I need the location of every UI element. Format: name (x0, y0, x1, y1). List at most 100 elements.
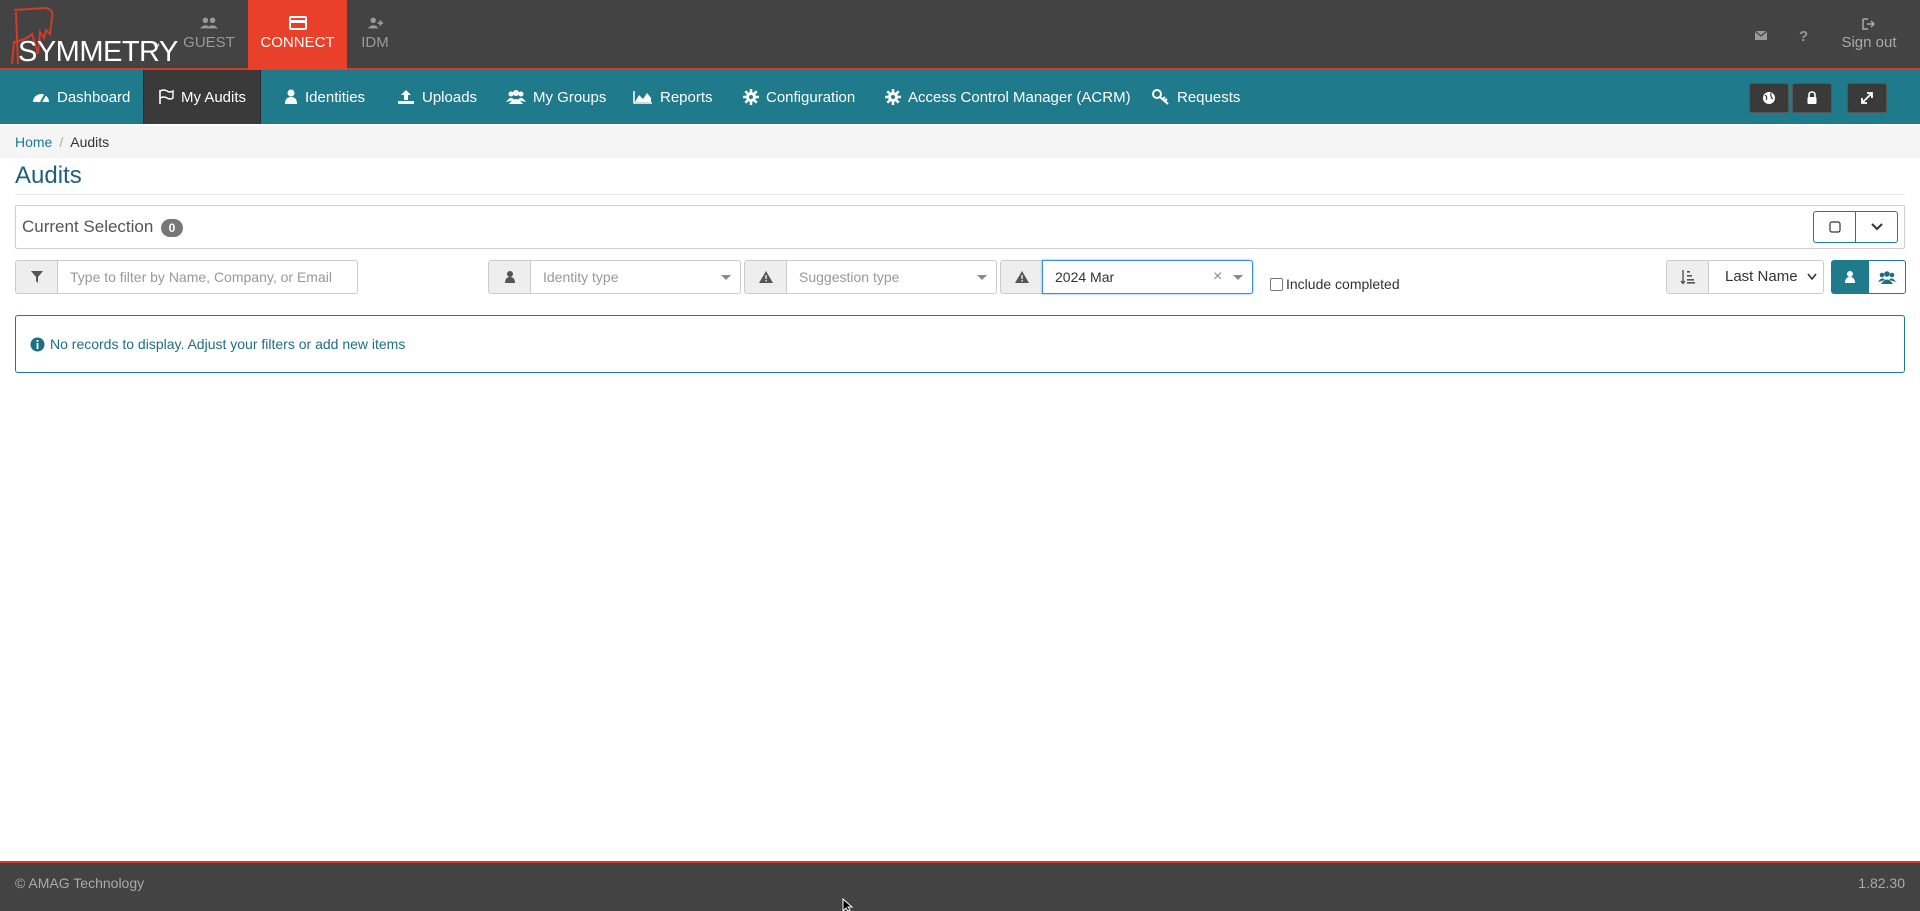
page-title: Audits (15, 162, 82, 189)
search-input[interactable]: Type to filter by Name, Company, or Emai… (57, 260, 358, 294)
lock-icon (1807, 91, 1817, 104)
copyright-text: © AMAG Technology (15, 875, 145, 891)
nav-my-audits[interactable]: My Audits (143, 70, 262, 124)
audit-period-select[interactable]: 2024 Mar × (1042, 260, 1253, 294)
user-icon (285, 89, 297, 104)
key-icon (1152, 89, 1169, 105)
nav-label: Access Control Manager (ACRM) (908, 88, 1131, 106)
square-icon (1828, 221, 1841, 233)
top-bar: SYMMETRY ™ GUEST CONNECT IDM ? Sign out (0, 0, 1920, 70)
nav-uploads[interactable]: Uploads (383, 70, 491, 124)
view-groups-button[interactable] (1868, 260, 1906, 294)
gear-icon (885, 89, 901, 105)
breadcrumb: Home / Audits (0, 126, 1920, 158)
lock-button[interactable] (1792, 83, 1832, 113)
title-divider (15, 194, 1905, 195)
suggestion-type-placeholder: Suggestion type (799, 269, 900, 285)
include-completed-label: Include completed (1286, 276, 1400, 292)
sort-amount-icon (1679, 270, 1695, 285)
users-icon (200, 17, 218, 29)
include-completed-checkbox[interactable] (1270, 277, 1283, 291)
breadcrumb-current: Audits (70, 134, 110, 150)
period-addon (1000, 260, 1043, 294)
clear-icon[interactable]: × (1213, 268, 1222, 286)
chevron-down-icon (1870, 223, 1883, 231)
select-all-button[interactable] (1813, 211, 1856, 243)
chevron-down-icon (1807, 273, 1817, 281)
version-text: 1.82.30 (1858, 875, 1905, 891)
warning-icon (758, 271, 773, 283)
breadcrumb-separator: / (59, 134, 64, 150)
nav-dashboard[interactable]: Dashboard (18, 70, 144, 124)
nav-label: Reports (660, 88, 713, 106)
selection-dropdown-button[interactable] (1855, 211, 1898, 243)
sort-by-value: Last Name (1725, 268, 1798, 285)
logo-trademark: ™ (152, 42, 160, 51)
nav-label: Uploads (422, 88, 478, 106)
card-icon (288, 16, 307, 30)
sign-out-icon (1862, 18, 1876, 30)
nav-acrm[interactable]: Access Control Manager (ACRM) (871, 70, 1145, 124)
sort-addon (1666, 260, 1709, 294)
search-placeholder: Type to filter by Name, Company, or Emai… (70, 269, 332, 285)
nav-label: Requests (1177, 88, 1241, 106)
app-tab-idm[interactable]: IDM (350, 0, 400, 70)
app-tab-label: GUEST (183, 34, 235, 51)
logo-text: SYMMETRY (18, 36, 178, 68)
nav-label: Identities (305, 88, 366, 106)
gear-icon (743, 89, 759, 105)
nav-reports[interactable]: Reports (619, 70, 727, 124)
sign-out-button[interactable]: Sign out (1832, 0, 1906, 68)
footer: © AMAG Technology 1.82.30 (0, 861, 1920, 911)
svg-text:?: ? (1799, 28, 1808, 44)
language-button[interactable] (1749, 83, 1789, 113)
nav-configuration[interactable]: Configuration (729, 70, 869, 124)
upload-icon (398, 90, 414, 104)
mouse-cursor-icon (842, 898, 854, 911)
info-icon (30, 337, 45, 351)
app-tab-connect[interactable]: CONNECT (248, 0, 347, 70)
no-records-alert: No records to display. Adjust your filte… (15, 315, 1905, 373)
suggestion-type-select[interactable]: Suggestion type (786, 260, 997, 294)
fullscreen-button[interactable] (1847, 83, 1887, 113)
question-icon[interactable]: ? (1794, 26, 1812, 44)
chevron-down-icon (977, 275, 987, 280)
filter-icon (30, 271, 43, 283)
nav-my-groups[interactable]: My Groups (492, 70, 620, 124)
audit-period-value: 2024 Mar (1055, 269, 1115, 285)
app-tab-guest[interactable]: GUEST (172, 0, 246, 70)
users-icon (1878, 270, 1896, 284)
current-selection-panel: Current Selection 0 (15, 205, 1905, 249)
identity-type-placeholder: Identity type (543, 269, 619, 285)
user-icon (1845, 271, 1855, 283)
current-selection-label: Current Selection (22, 217, 154, 236)
identity-type-select[interactable]: Identity type (530, 260, 741, 294)
nav-label: My Audits (181, 88, 247, 106)
envelope-icon[interactable] (1752, 26, 1770, 44)
nav-label: Configuration (766, 88, 856, 106)
users-icon (506, 90, 526, 104)
alert-message: No records to display. Adjust your filte… (50, 336, 406, 352)
area-chart-icon (633, 91, 652, 104)
identity-type-addon (488, 260, 531, 294)
user-icon (504, 271, 515, 283)
view-identities-button[interactable] (1831, 260, 1869, 294)
user-plus-icon (367, 17, 384, 29)
filter-addon (15, 260, 58, 294)
breadcrumb-home-link[interactable]: Home (15, 134, 52, 150)
warning-icon (1014, 271, 1029, 283)
app-tab-label: CONNECT (260, 34, 335, 51)
nav-identities[interactable]: Identities (270, 70, 379, 124)
nav-label: My Groups (533, 88, 607, 106)
nav-label: Dashboard (57, 88, 131, 106)
dashboard-icon (33, 94, 49, 103)
sign-out-label: Sign out (1841, 34, 1897, 51)
symmetry-logo[interactable]: SYMMETRY ™ (6, 4, 178, 68)
flag-icon (159, 89, 174, 104)
sort-by-select[interactable]: Last Name (1708, 260, 1824, 294)
suggestion-type-addon (744, 260, 787, 294)
nav-requests[interactable]: Requests (1138, 70, 1254, 124)
expand-icon (1861, 92, 1873, 104)
globe-icon (1763, 92, 1775, 104)
include-completed[interactable]: Include completed (1270, 276, 1400, 292)
